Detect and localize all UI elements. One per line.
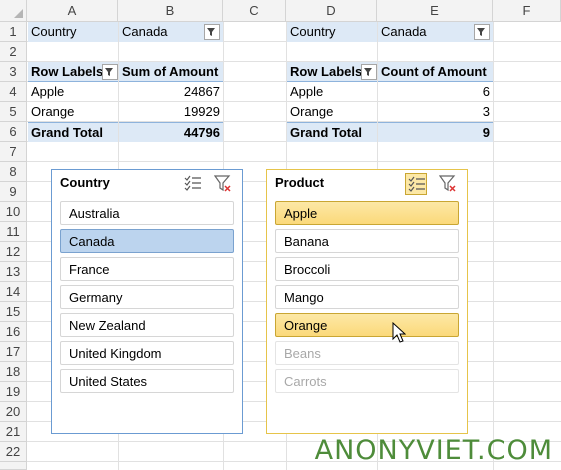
- watermark: ANONYVIET.COM: [314, 435, 553, 466]
- row-header[interactable]: 2: [0, 42, 27, 62]
- filter-dropdown-icon[interactable]: [102, 64, 118, 80]
- slicer-item-united-states[interactable]: United States: [60, 369, 234, 393]
- product-slicer[interactable]: Product Apple Banana Broccoli Mango Oran…: [266, 169, 468, 434]
- slicer-item-broccoli[interactable]: Broccoli: [275, 257, 459, 281]
- row-header[interactable]: 9: [0, 182, 27, 202]
- row-header[interactable]: 20: [0, 402, 27, 422]
- pivot1-row-label: Apple: [31, 84, 65, 99]
- pivot2-filter-label: Country: [287, 22, 377, 42]
- filter-dropdown-icon[interactable]: [474, 24, 490, 40]
- slicer-item-united-kingdom[interactable]: United Kingdom: [60, 341, 234, 365]
- row-header[interactable]: 4: [0, 82, 27, 102]
- row-header[interactable]: 13: [0, 262, 27, 282]
- pivot1-row-value: 19929: [183, 104, 220, 119]
- column-header-f[interactable]: F: [493, 0, 561, 22]
- row-header[interactable]: 21: [0, 422, 27, 442]
- pivot1-grand-total-value: 44796: [119, 122, 223, 142]
- clear-filter-icon[interactable]: [437, 173, 459, 195]
- pivot2-value-header: Count of Amount: [378, 62, 493, 82]
- row-header[interactable]: 5: [0, 102, 27, 122]
- row-header[interactable]: 8: [0, 162, 27, 182]
- pivot1-row-label: Orange: [31, 104, 75, 119]
- column-header-d[interactable]: D: [286, 0, 377, 22]
- slicer-item-beans[interactable]: Beans: [275, 341, 459, 365]
- multi-select-icon[interactable]: [182, 173, 204, 195]
- row-header[interactable]: 17: [0, 342, 27, 362]
- row-header[interactable]: 15: [0, 302, 27, 322]
- slicer-item-orange[interactable]: Orange: [275, 313, 459, 337]
- country-slicer[interactable]: Country Australia Canada France Germany …: [51, 169, 243, 434]
- filter-dropdown-icon[interactable]: [361, 64, 377, 80]
- slicer-item-canada[interactable]: Canada: [60, 229, 234, 253]
- slicer-item-banana[interactable]: Banana: [275, 229, 459, 253]
- mouse-cursor-icon: [392, 322, 406, 343]
- select-all-corner[interactable]: [0, 0, 27, 22]
- pivot1-filter-label: Country: [28, 22, 118, 42]
- pivot1-value-header: Sum of Amount: [119, 62, 223, 82]
- pivot2-row-value: 3: [482, 104, 490, 119]
- clear-filter-icon[interactable]: [212, 173, 234, 195]
- pivot1-grand-total-label: Grand Total: [28, 122, 118, 142]
- slicer-item-new-zealand[interactable]: New Zealand: [60, 313, 234, 337]
- column-header-b[interactable]: B: [118, 0, 223, 22]
- pivot2-row-value: 6: [482, 84, 490, 99]
- row-header[interactable]: 1: [0, 22, 27, 42]
- row-header[interactable]: 18: [0, 362, 27, 382]
- slicer-item-mango[interactable]: Mango: [275, 285, 459, 309]
- row-header[interactable]: 16: [0, 322, 27, 342]
- filter-dropdown-icon[interactable]: [204, 24, 220, 40]
- column-header-c[interactable]: C: [223, 0, 286, 22]
- column-header-e[interactable]: E: [377, 0, 493, 22]
- slicer-item-france[interactable]: France: [60, 257, 234, 281]
- row-header[interactable]: 22: [0, 442, 27, 462]
- row-header-partial: [0, 462, 27, 470]
- pivot2-row-label: Apple: [290, 84, 324, 99]
- slicer-item-carrots[interactable]: Carrots: [275, 369, 459, 393]
- pivot2-row-label: Orange: [290, 104, 334, 119]
- column-header-a[interactable]: A: [27, 0, 118, 22]
- pivot1-row-value: 24867: [183, 84, 220, 99]
- row-header[interactable]: 19: [0, 382, 27, 402]
- country-slicer-title: Country: [60, 175, 110, 190]
- pivot2-grand-total-label: Grand Total: [287, 122, 377, 142]
- row-header[interactable]: 14: [0, 282, 27, 302]
- row-header[interactable]: 7: [0, 142, 27, 162]
- product-slicer-title: Product: [275, 175, 325, 190]
- slicer-item-germany[interactable]: Germany: [60, 285, 234, 309]
- row-header[interactable]: 3: [0, 62, 27, 82]
- slicer-item-australia[interactable]: Australia: [60, 201, 234, 225]
- slicer-item-apple[interactable]: Apple: [275, 201, 459, 225]
- multi-select-icon[interactable]: [405, 173, 427, 195]
- row-header[interactable]: 11: [0, 222, 27, 242]
- pivot2-grand-total-value: 9: [378, 122, 493, 142]
- row-header[interactable]: 6: [0, 122, 27, 142]
- row-header[interactable]: 10: [0, 202, 27, 222]
- row-header[interactable]: 12: [0, 242, 27, 262]
